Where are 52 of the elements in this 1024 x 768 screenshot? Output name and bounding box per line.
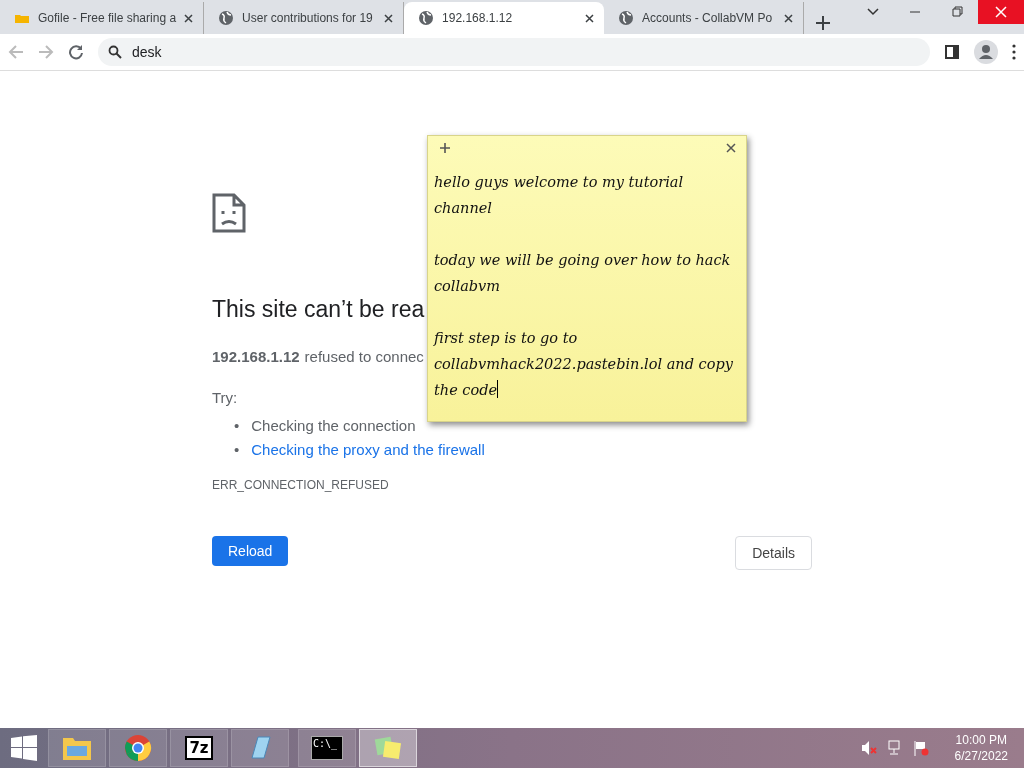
muted-speaker-icon[interactable]	[860, 740, 877, 756]
clock-date: 6/27/2022	[954, 748, 1008, 764]
close-tab-icon[interactable]	[585, 13, 595, 23]
address-text: desk	[132, 44, 162, 60]
address-field[interactable]: desk	[98, 38, 930, 66]
archiver-icon: 7z	[185, 736, 213, 760]
reload-icon[interactable]	[68, 44, 84, 60]
globe-icon	[418, 10, 435, 26]
taskbar-app[interactable]: 7z	[170, 729, 228, 767]
network-icon[interactable]	[886, 740, 903, 756]
taskbar-app[interactable]: C:\_	[298, 729, 356, 767]
tab-title: Gofile - Free file sharing a	[38, 11, 177, 25]
tab-title: 192.168.1.12	[442, 11, 514, 25]
bullet: •	[234, 441, 240, 458]
menu-icon[interactable]	[1012, 44, 1016, 60]
globe-icon	[618, 10, 635, 26]
globe-icon	[218, 10, 235, 26]
taskbar-app[interactable]	[109, 729, 167, 767]
close-note-icon[interactable]	[726, 143, 736, 153]
flag-icon[interactable]	[912, 740, 929, 756]
host-text: 192.168.1.12	[212, 348, 300, 365]
note-text: first step is to go to collabvmhack2022.pastebin.lol and copy the code	[434, 329, 734, 400]
tab-title: Accounts - CollabVM Po	[642, 11, 774, 25]
profile-icon[interactable]	[974, 40, 998, 64]
suggestion-link[interactable]: Checking the proxy and the firewall	[251, 441, 485, 458]
side-panel-icon[interactable]	[944, 44, 960, 60]
new-tab-icon[interactable]	[816, 16, 831, 30]
bullet: •	[234, 417, 240, 434]
close-tab-icon[interactable]	[384, 13, 394, 23]
windows-start-icon[interactable]	[11, 735, 37, 761]
error-heading: This site can’t be rea	[212, 296, 425, 323]
close-tab-icon[interactable]	[784, 13, 794, 23]
sad-page-icon	[212, 193, 246, 233]
error-code: ERR_CONNECTION_REFUSED	[212, 478, 390, 492]
reload-button[interactable]: Reload	[212, 536, 289, 566]
note-text: hello guys welcome to my tutorial channel	[434, 173, 685, 218]
clock-time: 10:00 PM	[954, 732, 1008, 748]
console-icon: C:\_	[311, 736, 343, 760]
details-button[interactable]: Details	[735, 536, 812, 570]
close-tab-icon[interactable]	[184, 13, 194, 23]
taskbar-app[interactable]	[48, 729, 106, 767]
browser-icon	[124, 734, 152, 762]
note-text: today we will be going over how to hack collabvm	[434, 251, 732, 296]
suggestion-text: Checking the connection	[251, 417, 416, 434]
search-icon	[108, 45, 122, 59]
error-message: refused to connec	[304, 348, 424, 365]
clock[interactable]: 10:00 PM 6/27/2022	[954, 732, 1008, 764]
try-label: Try:	[212, 389, 238, 406]
sticky-notes-icon	[373, 734, 403, 762]
add-note-icon[interactable]	[440, 143, 450, 153]
tab-title: User contributions for 19	[242, 11, 374, 25]
browser-tab[interactable]: 192.168.1.12	[404, 2, 605, 34]
